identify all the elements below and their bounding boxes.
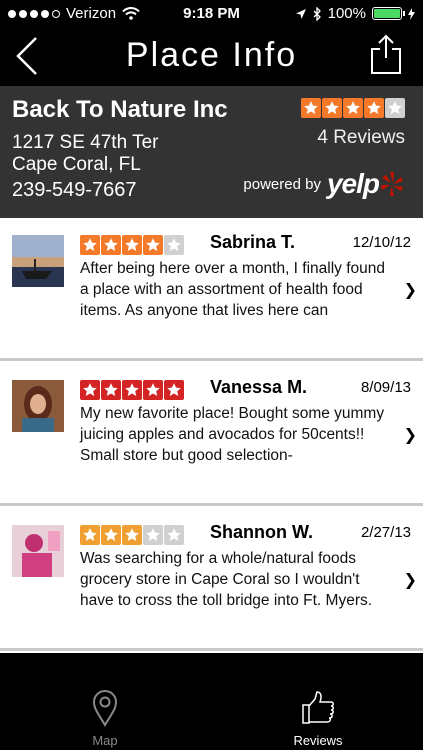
thumbs-up-icon	[248, 689, 388, 725]
share-icon	[371, 34, 401, 74]
tab-reviews[interactable]: Reviews	[248, 653, 388, 750]
status-bar: Verizon 9:18 PM 100%	[0, 0, 423, 28]
star-filled-icon	[322, 98, 342, 118]
share-button[interactable]	[369, 32, 405, 78]
business-reviews-count: 4 Reviews	[317, 127, 405, 148]
review-rating-stars	[80, 525, 184, 545]
star-filled-icon	[80, 525, 100, 545]
star-empty-icon	[164, 235, 184, 255]
map-pin-icon	[35, 689, 175, 727]
review-author: Shannon W.	[210, 522, 313, 542]
yelp-burst-icon	[381, 172, 403, 196]
review-rating-stars	[80, 235, 184, 255]
reviewer-avatar	[12, 525, 64, 577]
star-empty-icon	[164, 525, 184, 545]
review-item[interactable]: Vanessa M. 8/09/13 My new favorite place…	[0, 363, 423, 506]
star-filled-icon	[143, 380, 163, 400]
bluetooth-icon	[313, 6, 321, 21]
battery-icon	[372, 7, 405, 20]
business-phone[interactable]: 239-549-7667	[12, 179, 137, 202]
tab-bar: Map Reviews	[0, 653, 423, 750]
star-filled-icon	[122, 525, 142, 545]
star-filled-icon	[122, 380, 142, 400]
star-filled-icon	[80, 380, 100, 400]
business-address-line1[interactable]: 1217 SE 47th Ter	[12, 132, 158, 154]
star-filled-icon	[80, 235, 100, 255]
business-address-line2[interactable]: Cape Coral, FL	[12, 154, 141, 176]
status-right: 100%	[295, 5, 415, 22]
star-filled-icon	[343, 98, 363, 118]
star-filled-icon	[364, 98, 384, 118]
review-text: My new favorite place! Bought some yummy…	[80, 405, 385, 464]
review-text: After being here over a month, I finally…	[80, 260, 386, 319]
powered-by-yelp[interactable]: powered by yelp	[243, 168, 405, 200]
charging-bolt-icon	[408, 7, 415, 20]
star-filled-icon	[122, 235, 142, 255]
reviews-list: Sabrina T. 12/10/12 After being here ove…	[0, 218, 423, 653]
page-title: Place Info	[125, 36, 298, 74]
review-date: 2/27/13	[360, 524, 411, 541]
reviewer-avatar	[12, 235, 64, 287]
star-empty-icon	[143, 525, 163, 545]
navigation-bar: Place Info	[0, 28, 423, 86]
star-filled-icon	[301, 98, 321, 118]
chevron-right-icon: ❯	[403, 282, 417, 299]
review-date: 12/10/12	[352, 234, 411, 251]
tab-map-label: Map	[92, 733, 118, 748]
star-filled-icon	[143, 235, 163, 255]
review-item[interactable]: Shannon W. 2/27/13 Was searching for a w…	[0, 508, 423, 651]
star-filled-icon	[101, 525, 121, 545]
review-item[interactable]: Sabrina T. 12/10/12 After being here ove…	[0, 218, 423, 361]
star-filled-icon	[164, 380, 184, 400]
review-author: Vanessa M.	[210, 377, 308, 397]
tab-reviews-label: Reviews	[293, 733, 343, 748]
star-filled-icon	[101, 380, 121, 400]
battery-percent: 100%	[327, 5, 366, 22]
business-rating-stars	[301, 98, 405, 118]
review-date: 8/09/13	[360, 379, 411, 396]
location-arrow-icon	[295, 8, 306, 19]
tab-map[interactable]: Map	[35, 653, 175, 750]
star-empty-icon	[385, 98, 405, 118]
chevron-right-icon: ❯	[403, 427, 417, 444]
yelp-logo-text: yelp	[326, 168, 380, 199]
chevron-right-icon: ❯	[403, 572, 417, 589]
reviewer-avatar	[12, 380, 64, 432]
powered-by-label: powered by	[243, 175, 321, 193]
business-header: Back To Nature Inc 1217 SE 47th Ter Cape…	[0, 86, 423, 218]
business-name: Back To Nature Inc	[12, 96, 228, 123]
review-author: Sabrina T.	[210, 232, 296, 252]
star-filled-icon	[101, 235, 121, 255]
review-rating-stars	[80, 380, 184, 400]
yelp-logo: yelp	[327, 168, 405, 200]
review-text: Was searching for a whole/natural foods …	[80, 550, 373, 609]
